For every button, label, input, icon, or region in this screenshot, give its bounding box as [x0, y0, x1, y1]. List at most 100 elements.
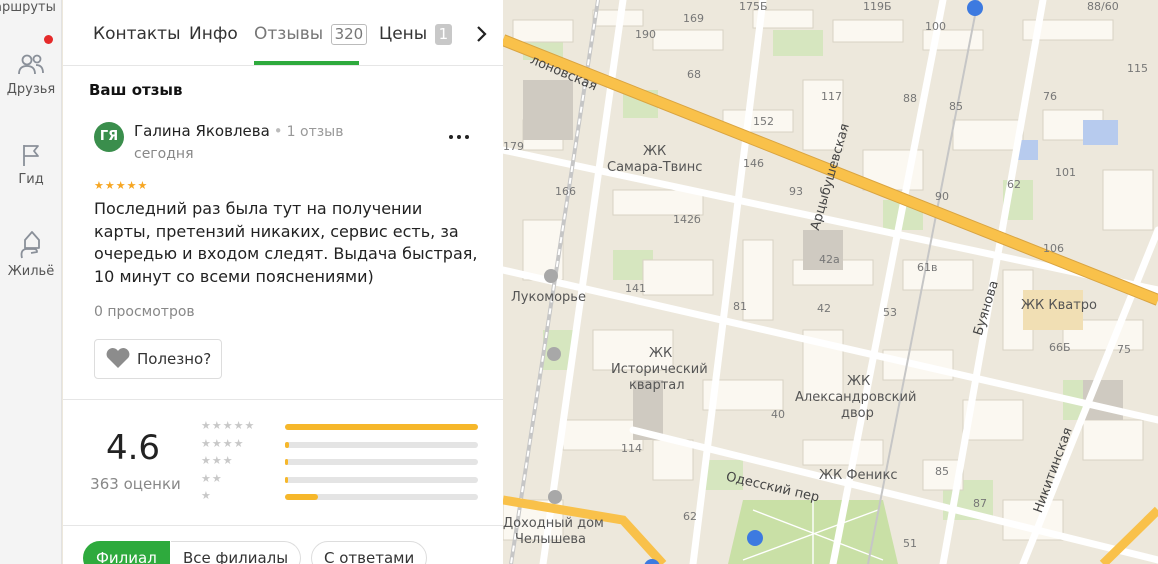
rating-bar-fill: [285, 494, 318, 500]
map-house-number: 42: [817, 302, 831, 315]
map-label: двор: [841, 406, 874, 421]
map-house-number: 101: [1055, 166, 1076, 179]
rail-item-friends[interactable]: Друзья: [0, 52, 62, 97]
map-house-number: 169: [683, 12, 704, 25]
map-house-number: 166: [555, 185, 576, 198]
rail-item-guide-label: Гид: [18, 172, 44, 187]
map-label: Александровский: [795, 390, 917, 405]
left-rail: аршруты Друзья Гид Жильё: [0, 0, 62, 564]
map-label: квартал: [629, 378, 685, 393]
filter-with-answers-label: С ответами: [324, 549, 415, 564]
filter-branch[interactable]: Филиал: [83, 541, 170, 564]
rail-item-routes-label: аршруты: [0, 0, 56, 15]
rating-bar-track: [285, 424, 478, 430]
tab-prices-count: 1: [434, 24, 453, 45]
author-name[interactable]: Галина Яковлева: [134, 122, 270, 140]
rating-bar-fill: [285, 441, 289, 448]
tab-info[interactable]: Инфо: [189, 24, 238, 44]
map-house-number: 93: [789, 185, 803, 198]
map-house-number: 88: [903, 92, 917, 105]
map-house-number: 51: [903, 537, 917, 550]
rating-row-stars: ★: [201, 489, 212, 502]
rating-row: ★★★: [201, 454, 481, 472]
map-house-number: 119Б: [863, 0, 892, 13]
active-tab-underline: [254, 61, 359, 65]
rating-row: ★★★★★: [201, 419, 481, 437]
map-house-number: 81: [733, 300, 747, 313]
rating-count: 363 оценки: [90, 475, 181, 493]
map-house-number: 88/60: [1087, 0, 1119, 13]
map-house-number: 146: [743, 157, 764, 170]
map-house-number: 61в: [917, 261, 938, 274]
house-hand-icon: [20, 231, 40, 259]
chevron-right-icon[interactable]: [470, 23, 492, 45]
tab-reviews-label: Отзывы: [254, 24, 324, 44]
useful-button[interactable]: Полезно?: [94, 339, 222, 379]
tab-contacts-label: Контакты: [93, 24, 181, 44]
map-house-number: 100: [925, 20, 946, 33]
rating-row-stars: ★★★★: [201, 436, 245, 450]
rail-item-guide[interactable]: Гид: [0, 142, 62, 187]
map-label: Исторический: [611, 362, 708, 377]
map-house-number: 90: [935, 190, 949, 203]
rating-row: ★: [201, 489, 481, 507]
rail-item-friends-label: Друзья: [6, 82, 56, 97]
tab-reviews-count: 320: [330, 24, 368, 45]
tabs-bar: Контакты Инфо Отзывы 320 Цены 1: [63, 0, 503, 66]
map-house-number: 114: [621, 442, 642, 455]
map-label: ЖК: [649, 346, 673, 361]
rail-item-routes[interactable]: аршруты: [0, 0, 56, 15]
rating-row: ★★★★: [201, 437, 481, 455]
map-label: Самара-Твинс: [607, 160, 703, 175]
rating-bar-fill: [285, 459, 288, 465]
map-house-number: 141: [625, 282, 646, 295]
map-house-number: 115: [1127, 62, 1148, 75]
rail-item-housing[interactable]: Жильё: [0, 228, 62, 279]
tab-contacts[interactable]: Контакты: [93, 24, 181, 44]
avatar[interactable]: ГЯ: [94, 122, 124, 152]
map[interactable]: лоновская Арцыбушевская Буянова Никитинс…: [503, 0, 1158, 564]
map-label: Лукоморье: [511, 290, 586, 305]
author-meta: 1 отзыв: [286, 124, 344, 140]
divider: [63, 525, 503, 526]
map-house-number: 75: [1117, 343, 1131, 356]
review-views: 0 просмотров: [94, 304, 195, 320]
notification-dot: [44, 35, 53, 44]
filter-all-branches[interactable]: Все филиалы: [171, 541, 302, 564]
review-date: сегодня: [134, 146, 194, 162]
rating-bar-fill: [285, 476, 288, 483]
map-label: Челышева: [515, 532, 587, 547]
map-house-number: 66Б: [1049, 341, 1071, 354]
map-house-number: 53: [883, 306, 897, 319]
review-author-line: Галина Яковлева • 1 отзыв: [134, 122, 344, 140]
map-house-number: 142б: [673, 213, 701, 226]
map-label: Доходный дом: [503, 516, 604, 531]
map-house-number: 62: [1007, 178, 1021, 191]
map-house-number: 175Б: [739, 0, 768, 13]
rating-bar-fill: [285, 424, 478, 430]
rail-item-housing-label: Жильё: [7, 264, 55, 279]
rating-bar-track: [285, 494, 478, 500]
filter-with-answers[interactable]: С ответами: [311, 541, 428, 564]
map-house-number: 42а: [819, 253, 840, 266]
filter-branch-label: Филиал: [96, 549, 157, 564]
map-house-number: 117: [821, 90, 842, 103]
rating-bar-track: [285, 459, 478, 465]
tab-prices-label: Цены: [379, 24, 428, 44]
map-house-number: 68: [687, 68, 701, 81]
map-label: ЖК: [847, 374, 871, 389]
map-house-number: 85: [949, 100, 963, 113]
map-label: ЖК Феникс: [819, 468, 898, 483]
map-house-number: 106: [1043, 242, 1064, 255]
map-house-number: 179: [503, 140, 524, 153]
friends-icon: [18, 54, 44, 75]
more-options-icon[interactable]: [445, 128, 473, 146]
review-text: Последний раз была тут на получении карт…: [94, 199, 478, 286]
rating-distribution: ★★★★★ ★★★★ ★★★ ★★ ★: [201, 419, 481, 507]
tab-prices[interactable]: Цены 1: [379, 24, 453, 45]
map-house-number: 190: [635, 28, 656, 41]
map-house-number: 87: [973, 497, 987, 510]
heart-icon: [106, 348, 130, 368]
tab-reviews[interactable]: Отзывы 320: [254, 24, 368, 45]
rating-row-stars: ★★★: [201, 454, 234, 467]
